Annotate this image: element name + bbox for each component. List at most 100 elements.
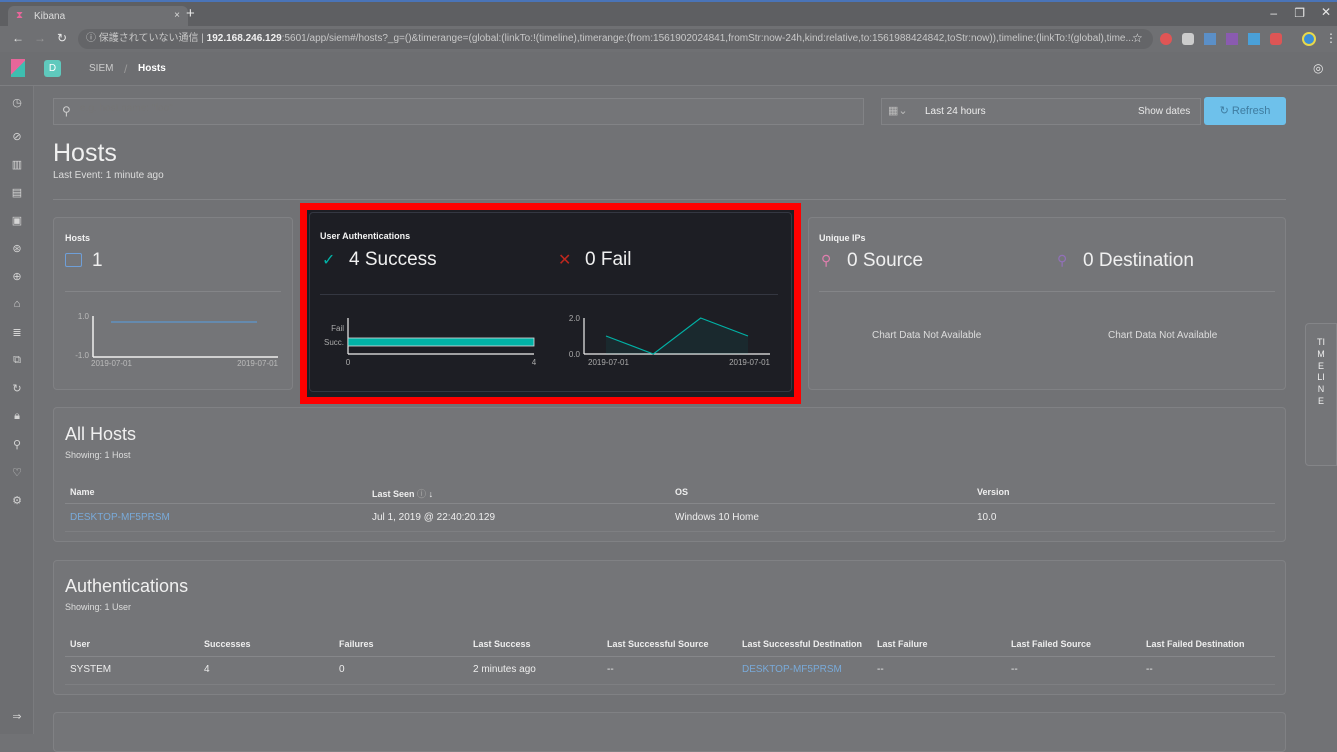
column-header[interactable]: Successes <box>204 639 251 649</box>
collapse-nav-icon[interactable]: ⇒ <box>10 710 24 724</box>
help-icon[interactable]: ◎ <box>1313 61 1323 75</box>
address-bar[interactable]: ⓘ 保護されていない通信 | 192.168.246.129:5601/app/… <box>78 29 1153 49</box>
logs-icon[interactable]: ≣ <box>10 326 24 340</box>
column-header[interactable]: Last Successful Destination <box>742 639 862 649</box>
column-header-os[interactable]: OS <box>675 487 688 497</box>
column-header-last-seen[interactable]: Last Seen ⓘ ↓ <box>372 487 433 500</box>
query-field[interactable] <box>80 103 840 114</box>
host-name-link[interactable]: DESKTOP-MF5PRSM <box>70 512 170 523</box>
visualize-icon[interactable]: ▥ <box>10 158 24 172</box>
x-tick: 2019-07-01 <box>729 358 770 367</box>
pin-icon: ⚲ <box>1057 252 1068 268</box>
calendar-icon[interactable]: ▦⌄ <box>888 104 908 117</box>
search-input[interactable]: ⚲ <box>53 98 864 125</box>
sort-descending-icon[interactable]: ↓ <box>429 489 434 499</box>
extension-icon[interactable] <box>1226 33 1238 45</box>
management-icon[interactable]: ⚙ <box>10 494 24 508</box>
section-title: Authentications <box>65 576 189 596</box>
x-tick: 2019-07-01 <box>237 359 278 368</box>
section-subtitle: Showing: 1 User <box>65 602 132 612</box>
restore-icon[interactable]: ❐ <box>1294 6 1305 20</box>
table-cell: 0 <box>339 664 345 675</box>
extension-icon[interactable] <box>1160 33 1172 45</box>
x-tick: 4 <box>532 358 537 367</box>
y-tick: -1.0 <box>75 351 89 360</box>
extension-icon[interactable] <box>1248 33 1260 45</box>
window-close-icon[interactable]: ✕ <box>1321 5 1331 19</box>
column-header[interactable]: Last Success <box>473 639 531 649</box>
refresh-label: Refresh <box>1231 105 1271 117</box>
date-picker: ▦⌄ Last 24 hours Show dates <box>881 98 1201 125</box>
fail-count: 0 Fail <box>585 249 632 270</box>
table-cell: 2 minutes ago <box>473 664 536 675</box>
apm-icon[interactable]: ⧉ <box>10 354 24 368</box>
bookmark-star-icon[interactable]: ☆ <box>1132 31 1143 45</box>
x-tick: 2019-07-01 <box>588 358 629 367</box>
browser-tab[interactable]: ⧗ Kibana × <box>8 6 188 28</box>
hosts-count: 1 <box>92 250 103 271</box>
siem-icon[interactable]: 🔒︎ <box>10 410 24 424</box>
browser-toolbar: ← → ↻ ⓘ 保護されていない通信 | 192.168.246.129:560… <box>0 26 1337 52</box>
extension-icon[interactable] <box>1204 33 1216 45</box>
column-header[interactable]: Failures <box>339 639 374 649</box>
kibana-logo-icon[interactable] <box>11 59 25 77</box>
table-cell: -- <box>607 664 614 675</box>
next-panel <box>53 712 1286 752</box>
os-cell: Windows 10 Home <box>675 512 759 523</box>
destination-link[interactable]: DESKTOP-MF5PRSM <box>742 664 842 675</box>
monitoring-icon[interactable]: ♡ <box>10 466 24 480</box>
column-header[interactable]: User <box>70 639 90 649</box>
column-header[interactable]: Last Failed Destination <box>1146 639 1245 649</box>
minimize-icon[interactable]: – <box>1270 6 1277 20</box>
no-data-source: Chart Data Not Available <box>872 330 982 341</box>
infrastructure-icon[interactable]: ⌂ <box>10 298 24 312</box>
profile-avatar[interactable] <box>1302 32 1316 46</box>
uptime-icon[interactable]: ↻ <box>10 382 24 396</box>
forward-icon[interactable]: → <box>34 31 46 45</box>
maps-icon[interactable]: ⊛ <box>10 242 24 256</box>
auth-charts: Fail Succ. 0 4 2.0 0.0 2019-07-01 2019-0… <box>324 314 771 367</box>
section-subtitle: Showing: 1 Host <box>65 450 131 460</box>
column-header[interactable]: Last Failure <box>877 639 928 649</box>
y-tick: 0.0 <box>569 350 581 359</box>
version-cell: 10.0 <box>977 512 997 523</box>
y-tick: 1.0 <box>78 312 90 321</box>
last-seen-cell: Jul 1, 2019 @ 22:40:20.129 <box>372 512 496 523</box>
reload-icon[interactable]: ↻ <box>57 31 67 45</box>
menu-icon[interactable]: ⋮ <box>1325 31 1337 45</box>
breadcrumb-hosts: Hosts <box>138 63 166 74</box>
info-icon: ⓘ <box>86 33 99 44</box>
kibana-favicon-icon: ⧗ <box>16 10 24 21</box>
back-icon[interactable]: ← <box>12 31 24 45</box>
new-tab-icon[interactable]: + <box>186 5 195 22</box>
tab-title: Kibana <box>34 11 66 22</box>
panel-title: User Authentications <box>320 231 411 241</box>
breadcrumb-siem[interactable]: SIEM <box>89 63 113 74</box>
no-data-destination: Chart Data Not Available <box>1108 330 1218 341</box>
column-header[interactable]: Last Successful Source <box>607 639 709 649</box>
discover-icon[interactable]: ⊘ <box>10 130 24 144</box>
extension-icon[interactable] <box>1270 33 1282 45</box>
column-header-version[interactable]: Version <box>977 487 1010 497</box>
success-count: 4 Success <box>349 249 437 270</box>
x-tick: 0 <box>346 358 351 367</box>
pin-icon: ⚲ <box>821 252 832 268</box>
column-header[interactable]: Last Failed Source <box>1011 639 1091 649</box>
devtools-icon[interactable]: ⚲ <box>10 438 24 452</box>
recent-icon[interactable]: ◷ <box>10 96 24 110</box>
show-dates-link[interactable]: Show dates <box>1138 106 1190 117</box>
refresh-button[interactable]: ↻ Refresh <box>1204 97 1286 125</box>
ml-icon[interactable]: ⊕ <box>10 270 24 284</box>
canvas-icon[interactable]: ▣ <box>10 214 24 228</box>
browser-tab-strip: ⧗ Kibana × + – ❐ ✕ <box>0 0 1337 28</box>
column-header-name[interactable]: Name <box>70 487 95 497</box>
dashboard-icon[interactable]: ▤ <box>10 186 24 200</box>
side-nav: ◷ ⊘ ▥ ▤ ▣ ⊛ ⊕ ⌂ ≣ ⧉ ↻ 🔒︎ ⚲ ♡ ⚙ ⇒ <box>0 86 34 734</box>
extension-icon[interactable] <box>1182 33 1194 45</box>
space-badge[interactable]: D <box>44 60 61 77</box>
time-range[interactable]: Last 24 hours <box>925 106 986 117</box>
table-cell: -- <box>1146 664 1153 675</box>
close-tab-icon[interactable]: × <box>174 10 180 21</box>
timeline-flyout-button[interactable]: TIMELINE <box>1305 323 1337 466</box>
info-icon: ⓘ <box>417 489 427 499</box>
